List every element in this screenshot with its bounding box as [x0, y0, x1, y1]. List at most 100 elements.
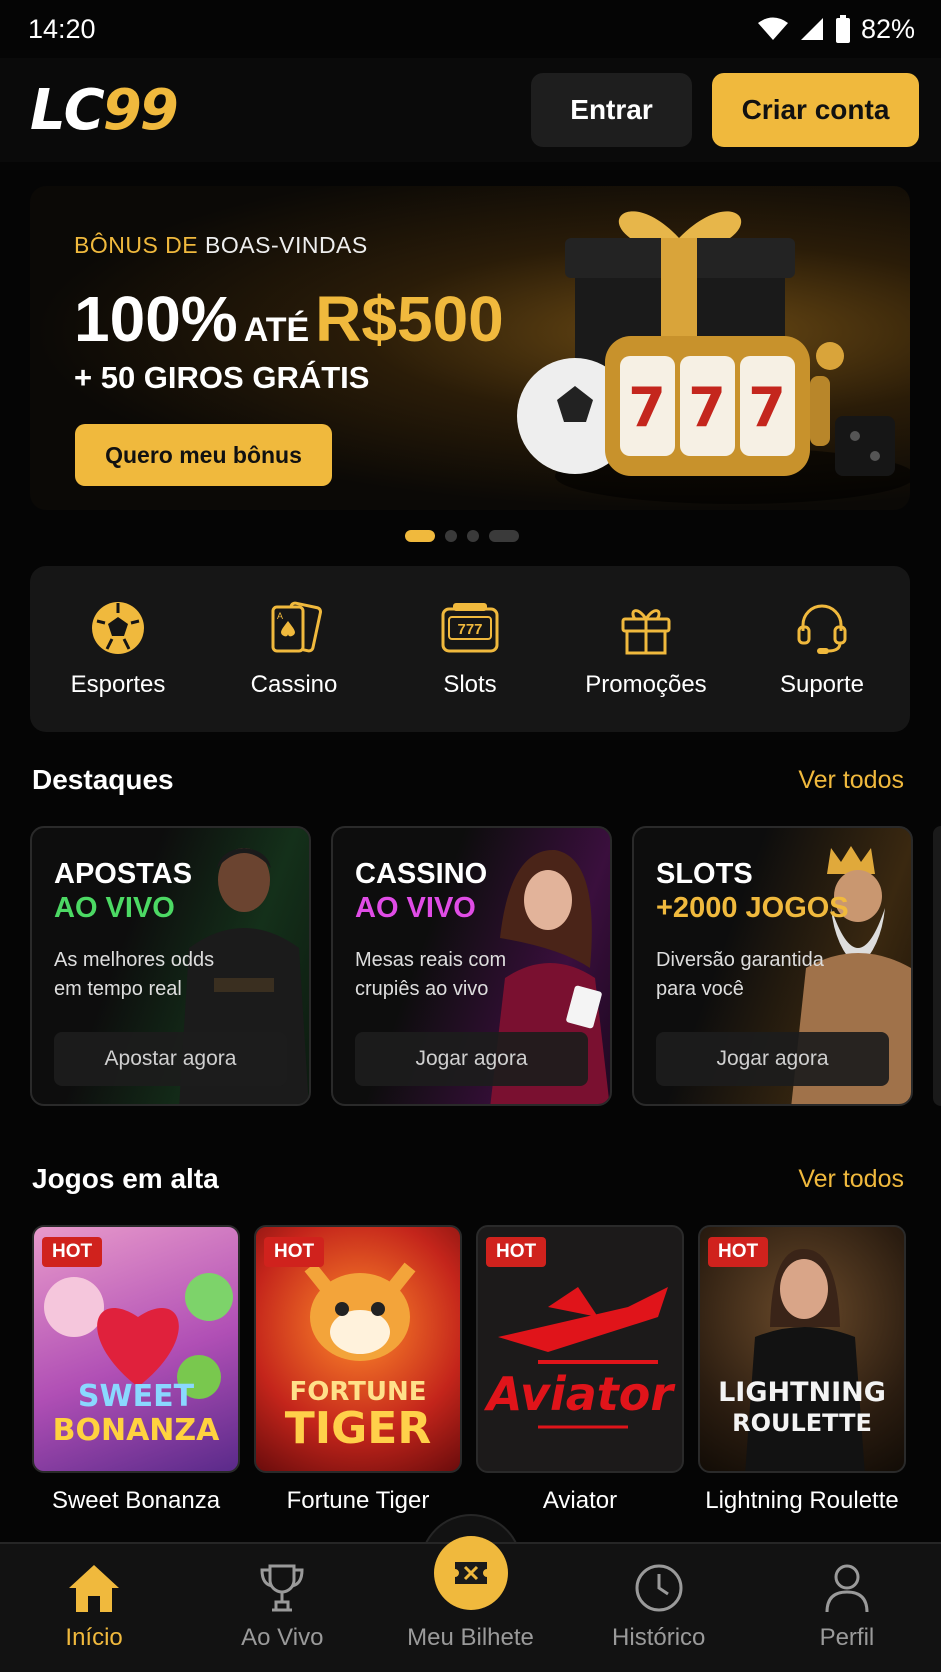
app-header: LC99 Entrar Criar conta — [0, 58, 941, 162]
quick-nav-label: Cassino — [250, 671, 338, 698]
playing-cards-icon: A — [271, 601, 323, 653]
tab-label: Início — [65, 1624, 123, 1651]
highlight-description: Mesas reais com crupiês ao vivo — [355, 949, 507, 1000]
kicker-white: BOAS-VINDAS — [205, 232, 368, 258]
carousel-dot[interactable] — [467, 530, 479, 542]
login-button[interactable]: Entrar — [531, 73, 692, 147]
claim-bonus-button[interactable]: Quero meu bônus — [75, 424, 332, 486]
hot-badge: HOT — [42, 1237, 103, 1267]
tab-label: Ao Vivo — [241, 1624, 324, 1651]
quick-nav-sports[interactable]: Esportes — [30, 566, 206, 732]
highlight-description: As melhores odds em tempo real — [54, 949, 215, 1000]
tab-history[interactable]: Histórico — [565, 1544, 753, 1672]
gift-icon — [621, 609, 671, 655]
hot-badge: HOT — [486, 1237, 547, 1267]
highlight-card-live-casino[interactable]: CASSINO AO VIVO Mesas reais com crupiês … — [331, 826, 612, 1106]
game-card-fortune-tiger[interactable]: HOT FORTUNE TIGER Fortune Tiger — [254, 1225, 462, 1515]
svg-text:7: 7 — [688, 376, 726, 439]
trending-header: Jogos em alta Ver todos — [32, 1163, 904, 1195]
game-art-title-2: BONANZA — [52, 1413, 220, 1448]
status-time: 14:20 — [28, 13, 96, 44]
game-card-aviator[interactable]: HOT Aviator Aviator — [476, 1225, 684, 1515]
banner-subtitle: + 50 GIROS GRÁTIS — [74, 360, 370, 395]
carousel-dot[interactable] — [489, 530, 519, 542]
headset-icon — [797, 604, 847, 654]
welcome-bonus-banner[interactable]: 7 7 7 BÔNUS DE BOAS-VINDAS 100% ATÉR$500 … — [30, 186, 910, 510]
slot-machine-icon: 777 — [441, 603, 499, 653]
carousel-dot-active[interactable] — [405, 530, 435, 542]
status-bar: 14:20 82% — [0, 0, 941, 58]
wifi-icon — [757, 17, 788, 40]
bet-now-button[interactable]: Apostar agora — [54, 1032, 287, 1086]
hot-badge: HOT — [708, 1237, 769, 1267]
hot-badge: HOT — [264, 1237, 325, 1267]
quick-nav-promotions[interactable]: Promoções — [558, 566, 734, 732]
quick-nav-slots[interactable]: 777 Slots — [382, 566, 558, 732]
game-thumbnail[interactable]: HOT LIGHTNING ROULETTE — [698, 1225, 906, 1473]
banner-headline: 100% ATÉR$500 — [74, 282, 504, 356]
battery-level: 82% — [860, 13, 915, 44]
game-thumbnail[interactable]: HOT SWEET BONANZA — [32, 1225, 240, 1473]
logo-letters: LC — [30, 77, 105, 143]
game-name: Fortune Tiger — [286, 1487, 430, 1514]
game-name: Aviator — [542, 1487, 618, 1514]
tab-live[interactable]: Ao Vivo — [188, 1544, 376, 1672]
highlights-carousel: APOSTAS AO VIVO As melhores odds em temp… — [30, 826, 941, 1106]
highlight-description: Diversão garantida para você — [656, 949, 824, 1000]
home-icon — [69, 1565, 120, 1612]
game-card-lightning-roulette[interactable]: HOT LIGHTNING ROULETTE Lightning Roulett… — [698, 1225, 906, 1515]
trending-see-all-link[interactable]: Ver todos — [798, 1165, 904, 1194]
game-name: Lightning Roulette — [705, 1487, 899, 1514]
highlight-line1: SLOTS — [656, 858, 753, 890]
quick-nav-label: Promoções — [585, 671, 707, 698]
tab-home[interactable]: Início — [0, 1544, 188, 1672]
game-art-title-1: Aviator — [486, 1367, 674, 1421]
logo-digits: 99 — [102, 77, 179, 143]
highlight-line2: AO VIVO — [355, 892, 476, 924]
banner-kicker: BÔNUS DE BOAS-VINDAS — [74, 232, 368, 259]
ticket-icon — [455, 1562, 487, 1584]
svg-text:777: 777 — [457, 621, 482, 638]
my-ticket-fab[interactable] — [434, 1536, 508, 1610]
soccer-ball-icon — [92, 602, 144, 654]
highlights-see-all-link[interactable]: Ver todos — [798, 766, 904, 795]
highlight-line1: APOSTAS — [54, 858, 193, 890]
trophy-icon — [260, 1564, 304, 1612]
game-art-title-2: TIGER — [284, 1403, 432, 1454]
kicker-gold: BÔNUS DE — [74, 232, 199, 258]
highlights-title: Destaques — [32, 764, 174, 795]
game-name: Sweet Bonanza — [51, 1487, 221, 1514]
game-thumbnail[interactable]: HOT Aviator — [476, 1225, 684, 1473]
highlights-header: Destaques Ver todos — [32, 764, 904, 796]
play-now-button[interactable]: Jogar agora — [656, 1032, 889, 1086]
trending-title: Jogos em alta — [32, 1163, 219, 1194]
game-thumbnail[interactable]: HOT FORTUNE TIGER — [254, 1225, 462, 1473]
play-now-button[interactable]: Jogar agora — [355, 1032, 588, 1086]
highlight-card-peek — [933, 826, 941, 1106]
highlight-card-live-sports[interactable]: APOSTAS AO VIVO As melhores odds em temp… — [30, 826, 311, 1106]
bonus-percent: 100% — [74, 283, 238, 355]
game-art-title-1: SWEET — [77, 1379, 195, 1414]
svg-text:7: 7 — [628, 376, 666, 439]
bonus-ate: ATÉ — [243, 311, 310, 349]
signup-button[interactable]: Criar conta — [712, 73, 919, 147]
clock-icon — [635, 1564, 683, 1612]
brand-logo[interactable]: LC99 — [30, 77, 179, 143]
carousel-dot[interactable] — [445, 530, 457, 542]
game-card-sweet-bonanza[interactable]: HOT SWEET BONANZA Sweet Bonanza — [32, 1225, 240, 1515]
highlight-card-slots[interactable]: SLOTS +2000 JOGOS Diversão garantida par… — [632, 826, 913, 1106]
game-art-title-2: ROULETTE — [732, 1409, 872, 1437]
trending-games-list: HOT SWEET BONANZA Sweet Bonanza HOT FORT… — [32, 1225, 941, 1515]
quick-nav-label: Suporte — [779, 671, 865, 698]
quick-nav-support[interactable]: Suporte — [734, 566, 910, 732]
user-icon — [825, 1564, 869, 1613]
highlight-line2: AO VIVO — [54, 892, 175, 924]
svg-text:A: A — [277, 611, 283, 621]
quick-nav-label: Esportes — [70, 671, 166, 698]
quick-nav-casino[interactable]: A Cassino — [206, 566, 382, 732]
highlight-line2: +2000 JOGOS — [656, 892, 849, 924]
highlight-line1: CASSINO — [355, 858, 488, 890]
status-icons: 82% — [757, 14, 915, 45]
quick-nav-label: Slots — [443, 671, 497, 698]
tab-profile[interactable]: Perfil — [753, 1544, 941, 1672]
